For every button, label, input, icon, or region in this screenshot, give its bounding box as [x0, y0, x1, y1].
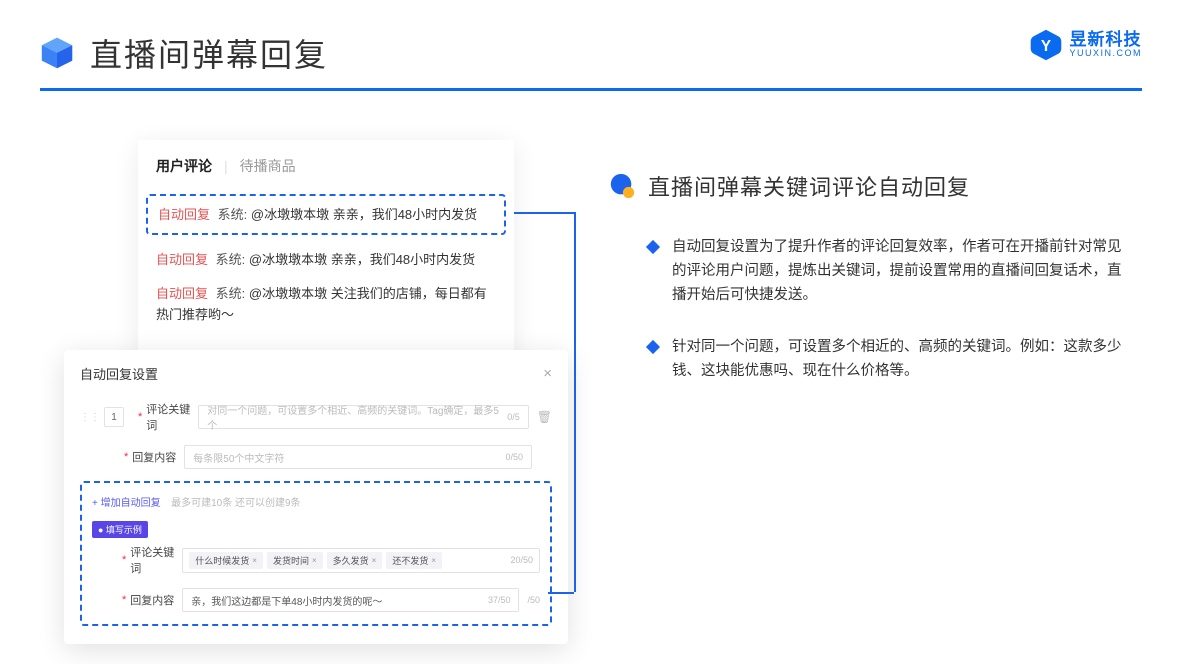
outer-count: /50: [527, 595, 540, 605]
keyword-count: 0/5: [507, 412, 520, 422]
tab-separator: |: [224, 158, 228, 174]
example-content-input[interactable]: 亲，我们这边都是下单48小时内发货的呢～ 37/50: [182, 588, 519, 612]
pill-remove-icon[interactable]: ×: [431, 556, 436, 565]
auto-reply-settings-panel: 自动回复设置 × ⋮⋮ 1 * 评论关键词 对同一个问题，可设置多个相近、高频的…: [64, 350, 568, 644]
bullet-item: 针对同一个问题，可设置多个相近的、高频的关键词。例如：这款多少钱、这块能优惠吗、…: [648, 336, 1138, 384]
bullet-text: 针对同一个问题，可设置多个相近的、高频的关键词。例如：这款多少钱、这块能优惠吗、…: [672, 336, 1132, 384]
keyword-pill: 多久发货×: [327, 552, 383, 569]
description-area: 直播间弹幕关键词评论自动回复 自动回复设置为了提升作者的评论回复效率，作者可在开…: [608, 170, 1138, 412]
tab-pending-products[interactable]: 待播商品: [240, 156, 296, 176]
brand-name-en: YUUXIN.COM: [1069, 49, 1142, 58]
connector-line: [574, 212, 576, 592]
auto-reply-tag: 自动回复: [156, 286, 208, 301]
required-mark: *: [124, 451, 128, 463]
comment-text: @冰墩墩本墩 亲亲，我们48小时内发货: [249, 252, 475, 267]
keyword-pill: 什么时候发货×: [189, 552, 263, 569]
required-mark: *: [122, 554, 126, 566]
keyword-pill: 发货时间×: [267, 552, 323, 569]
pill-remove-icon[interactable]: ×: [312, 556, 317, 565]
close-icon[interactable]: ×: [543, 365, 552, 382]
bullet-text: 自动回复设置为了提升作者的评论回复效率，作者可在开播前针对常见的评论用户问题，提…: [672, 236, 1132, 308]
example-keyword-input[interactable]: 什么时候发货× 发货时间× 多久发货× 还不发货× 20/50: [182, 548, 540, 573]
example-badge: ● 填写示例: [92, 521, 148, 538]
page-title: 直播间弹幕回复: [90, 30, 328, 76]
connector-line: [514, 212, 574, 214]
settings-title: 自动回复设置: [80, 364, 158, 383]
pill-remove-icon[interactable]: ×: [252, 556, 257, 565]
content-count: 0/50: [505, 452, 523, 462]
example-content-row: * 回复内容 亲，我们这边都是下单48小时内发货的呢～ 37/50 /50: [92, 588, 540, 612]
keyword-placeholder: 对同一个问题，可设置多个相近、高频的关键词。Tag确定，最多5个: [207, 402, 507, 432]
example-content-value: 亲，我们这边都是下单48小时内发货的呢～: [191, 593, 382, 608]
auto-reply-tag: 自动回复: [158, 207, 210, 222]
keyword-input[interactable]: 对同一个问题，可设置多个相近、高频的关键词。Tag确定，最多5个 0/5: [198, 405, 528, 429]
brand-icon: Y: [1029, 28, 1063, 62]
example-highlight-box: + 增加自动回复 最多可建10条 还可以创建9条 ● 填写示例 * 评论关键词 …: [80, 481, 552, 626]
pill-remove-icon[interactable]: ×: [372, 556, 377, 565]
content-placeholder: 每条限50个中文字符: [193, 450, 284, 465]
auto-reply-tag: 自动回复: [156, 252, 208, 267]
system-prefix: 系统:: [216, 286, 246, 301]
svg-text:Y: Y: [1041, 38, 1051, 55]
example-content-count: 37/50: [488, 595, 511, 605]
section-title-row: 直播间弹幕关键词评论自动回复: [608, 170, 1138, 202]
add-hint: 最多可建10条 还可以创建9条: [171, 498, 300, 509]
comment-text: @冰墩墩本墩 亲亲，我们48小时内发货: [251, 207, 477, 222]
cube-icon: [38, 34, 76, 72]
add-auto-reply-link[interactable]: + 增加自动回复: [92, 498, 161, 509]
example-keyword-count: 20/50: [510, 555, 533, 565]
keyword-row: ⋮⋮ 1 * 评论关键词 对同一个问题，可设置多个相近、高频的关键词。Tag确定…: [80, 401, 552, 433]
row-number: 1: [104, 407, 124, 427]
label-keyword: 评论关键词: [146, 401, 198, 433]
system-prefix: 系统:: [216, 252, 246, 267]
keyword-pill: 还不发货×: [386, 552, 442, 569]
drag-handle-icon[interactable]: ⋮⋮: [80, 412, 100, 423]
diamond-icon: [646, 240, 660, 254]
required-mark: *: [122, 594, 126, 606]
header-divider: [40, 88, 1142, 91]
bullet-item: 自动回复设置为了提升作者的评论回复效率，作者可在开播前针对常见的评论用户问题，提…: [648, 236, 1138, 308]
comments-tabs: 用户评论 | 待播商品: [156, 156, 496, 176]
content-row: * 回复内容 每条限50个中文字符 0/50: [80, 445, 552, 469]
brand-name-cn: 昱新科技: [1069, 31, 1142, 49]
comment-row: 自动回复 系统: @冰墩墩本墩 亲亲，我们48小时内发货: [156, 249, 496, 270]
brand-logo: Y 昱新科技 YUUXIN.COM: [1029, 28, 1142, 62]
comment-highlighted: 自动回复 系统: @冰墩墩本墩 亲亲，我们48小时内发货: [146, 194, 506, 235]
example-label-content: 回复内容: [130, 592, 182, 608]
diamond-icon: [646, 340, 660, 354]
required-mark: *: [138, 411, 142, 423]
tab-user-comments[interactable]: 用户评论: [156, 156, 212, 176]
comment-row: 自动回复 系统: @冰墩墩本墩 关注我们的店铺，每日都有热门推荐哟～: [156, 283, 496, 326]
example-label-keyword: 评论关键词: [130, 544, 182, 576]
section-title: 直播间弹幕关键词评论自动回复: [648, 170, 970, 202]
delete-icon[interactable]: 🗑: [537, 410, 552, 424]
example-keyword-row: * 评论关键词 什么时候发货× 发货时间× 多久发货× 还不发货× 20/50: [92, 544, 540, 576]
label-content: 回复内容: [132, 449, 184, 465]
system-prefix: 系统:: [218, 207, 248, 222]
content-input[interactable]: 每条限50个中文字符 0/50: [184, 445, 532, 469]
page-header: 直播间弹幕回复: [0, 0, 1180, 76]
bubble-icon: [608, 172, 636, 200]
